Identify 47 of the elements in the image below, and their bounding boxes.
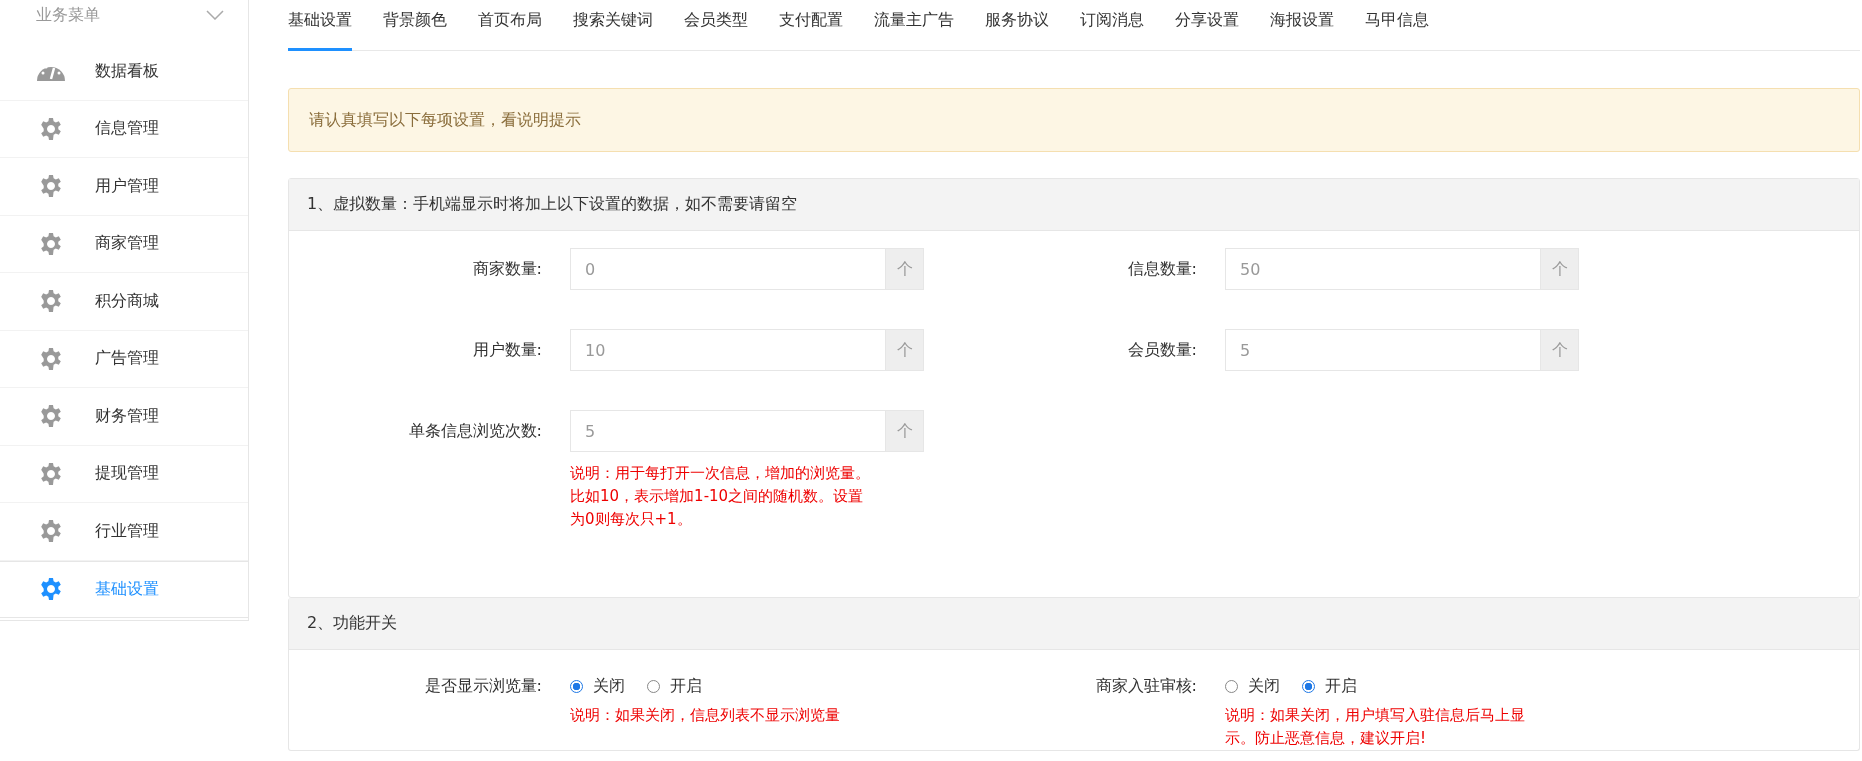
radio-option[interactable]: 关闭 (1225, 675, 1280, 697)
unit-addon: 个 (885, 249, 923, 289)
panel-title: 2、功能开关 (307, 613, 398, 634)
sidebar-item[interactable]: 行业管理 (0, 503, 248, 561)
menu-title: 业务菜单 (36, 4, 100, 26)
radio-option[interactable]: 关闭 (570, 675, 625, 697)
help-note: 说明：用于每打开一次信息，增加的浏览量。比如10，表示增加1-10之间的随机数。设置为0则每次只+1。 (570, 463, 870, 530)
sidebar-item[interactable]: 用户管理 (0, 158, 248, 216)
tab[interactable]: 搜索关键词 (573, 0, 653, 50)
help-note: 说明：如果关闭，用户填写入驻信息后马上显示。防止恶意信息，建议开启! (1225, 705, 1525, 749)
tab[interactable]: 基础设置 (288, 0, 352, 51)
tab[interactable]: 流量主广告 (874, 0, 954, 50)
tab[interactable]: 会员类型 (684, 0, 748, 50)
field-label: 用户数量: (471, 339, 542, 361)
radio-icon[interactable] (1302, 679, 1315, 693)
help-note: 说明：如果关闭，信息列表不显示浏览量 (570, 705, 841, 726)
tab[interactable]: 服务协议 (985, 0, 1049, 50)
panel-title: 1、虚拟数量：手机端显示时将加上以下设置的数据，如不需要请留空 (307, 194, 798, 215)
sidebar-item[interactable]: 广告管理 (0, 330, 248, 388)
tab[interactable]: 分享设置 (1175, 0, 1239, 50)
chevron-icon[interactable] (206, 10, 224, 20)
radio-option[interactable]: 开启 (1302, 675, 1357, 697)
tab[interactable]: 首页布局 (478, 0, 542, 50)
field-label: 商家数量: (471, 258, 542, 280)
field-label: 单条信息浏览次数: (407, 420, 542, 442)
unit-addon: 个 (1540, 330, 1578, 370)
tab[interactable]: 马甲信息 (1365, 0, 1429, 50)
tab[interactable]: 海报设置 (1270, 0, 1334, 50)
tab[interactable]: 背景颜色 (383, 0, 447, 50)
sidebar-item[interactable]: 数据看板 (0, 43, 248, 101)
field-label: 是否显示浏览量: (423, 675, 542, 697)
tab[interactable]: 订阅消息 (1080, 0, 1144, 50)
unit-addon: 个 (885, 330, 923, 370)
field-label: 信息数量: (1126, 258, 1197, 280)
sidebar-item[interactable]: 财务管理 (0, 388, 248, 446)
notice-text: 请认真填写以下每项设置，看说明提示 (309, 109, 581, 131)
sidebar-item[interactable]: 信息管理 (0, 100, 248, 158)
radio-icon[interactable] (570, 679, 583, 693)
sidebar-item[interactable]: 商家管理 (0, 215, 248, 273)
sidebar-item[interactable]: 提现管理 (0, 445, 248, 503)
tab[interactable]: 支付配置 (779, 0, 843, 50)
sidebar-item[interactable]: 积分商城 (0, 273, 248, 331)
radio-option[interactable]: 开启 (647, 675, 702, 697)
field-label: 商家入驻审核: (1094, 675, 1197, 697)
field-label: 会员数量: (1126, 339, 1197, 361)
unit-addon: 个 (885, 411, 923, 451)
unit-addon: 个 (1540, 249, 1578, 289)
